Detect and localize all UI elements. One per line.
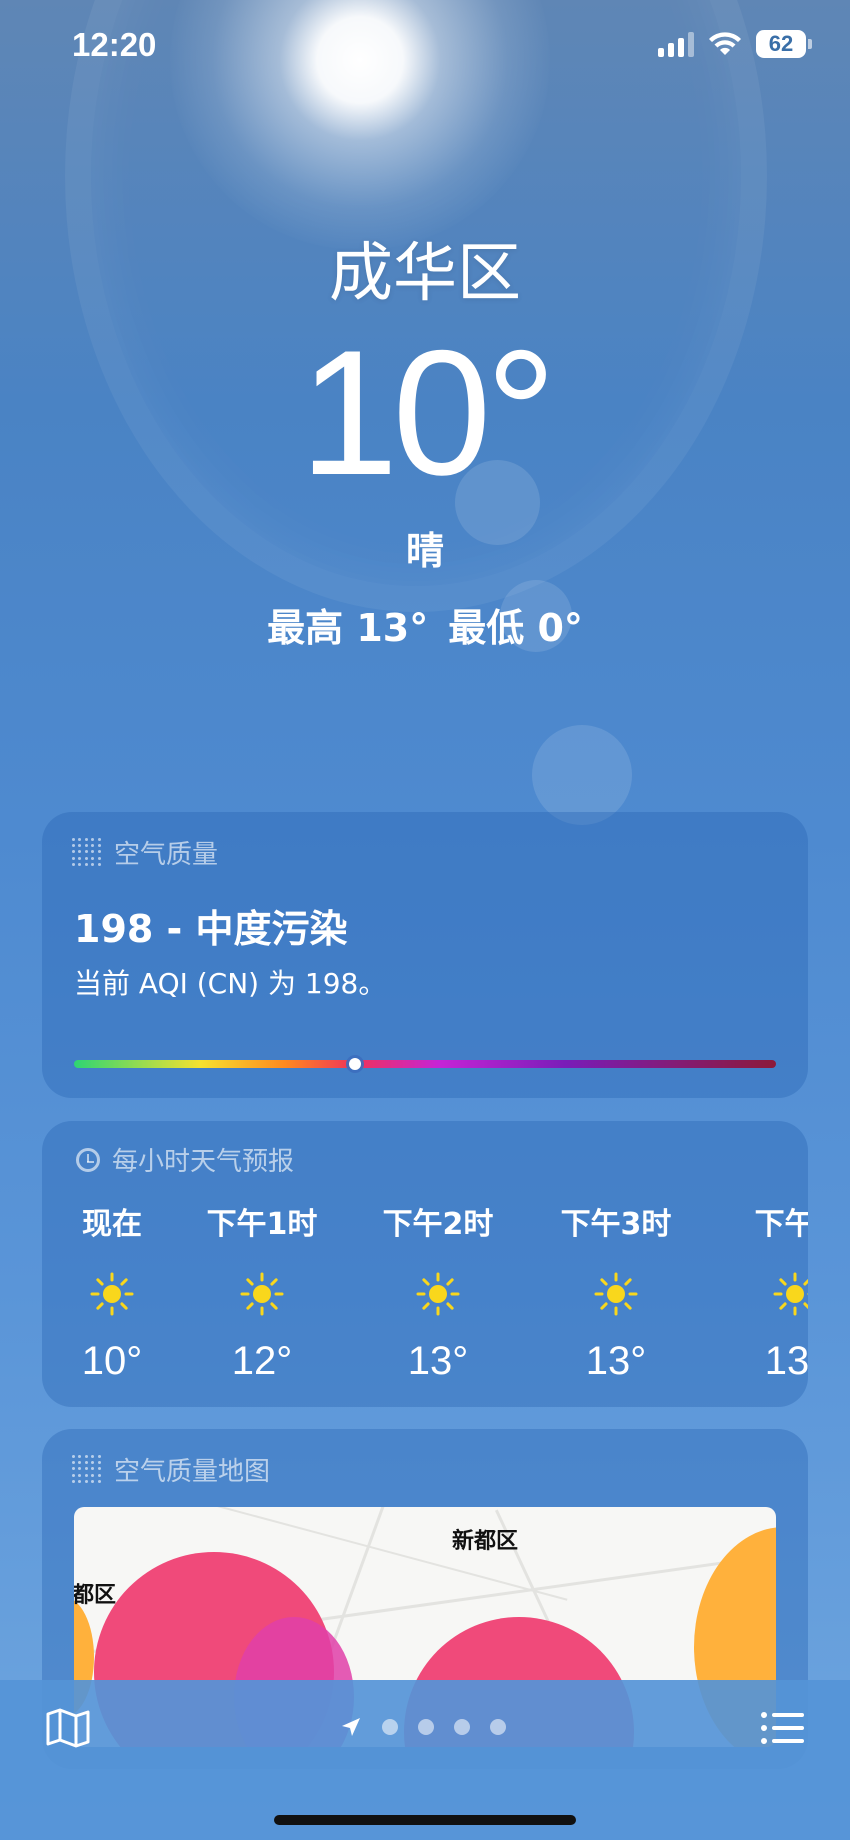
wifi-icon: [709, 32, 741, 55]
hour-item: 下午3时 13°: [546, 1199, 686, 1384]
hourly-forecast-header: 每小时天气预报: [76, 1141, 294, 1178]
aqi-scale-marker: [348, 1058, 361, 1070]
hour-temperature: 13°: [764, 1339, 808, 1383]
current-weather: 成华区 10° 晴 最高 13° 最低 0°: [0, 230, 850, 652]
hour-time: 下午4: [754, 1207, 808, 1242]
air-quality-map-header: 空气质量地图: [72, 1451, 270, 1488]
page-dot[interactable]: [454, 1719, 470, 1735]
hour-temperature: 13°: [585, 1339, 647, 1383]
hourly-forecast-list[interactable]: 现在 10° 下午1时 12° 下午2时 13° 下午3时 13° 下午4 13…: [42, 1199, 808, 1383]
hourly-forecast-card[interactable]: 每小时天气预报 现在 10° 下午1时 12° 下午2时 13° 下午3时 13…: [42, 1121, 808, 1407]
sun-icon: [415, 1271, 461, 1317]
hour-temperature: 10°: [81, 1339, 143, 1383]
air-quality-map-header-label: 空气质量地图: [114, 1457, 271, 1487]
high-temperature: 最高 13°: [267, 606, 429, 650]
air-quality-icon: [72, 1454, 102, 1485]
battery-indicator: 62: [756, 30, 812, 58]
air-quality-icon: [72, 837, 102, 868]
bottom-toolbar: [0, 1680, 850, 1840]
cellular-signal-icon: [658, 31, 694, 57]
air-quality-card[interactable]: 空气质量 198 - 中度污染 当前 AQI (CN) 为 198。: [42, 812, 808, 1098]
lens-flare: [532, 725, 632, 825]
low-temperature: 最低 0°: [448, 606, 583, 650]
hour-time: 现在: [82, 1207, 142, 1242]
high-low-temperature: 最高 13° 最低 0°: [0, 597, 850, 652]
air-quality-header-label: 空气质量: [114, 840, 219, 870]
hour-item: 下午4 13°: [725, 1199, 808, 1384]
hourly-forecast-header-label: 每小时天气预报: [112, 1147, 295, 1177]
weather-condition: 晴: [405, 529, 444, 573]
current-temperature: 10°: [299, 313, 556, 512]
city-name: 成华区: [329, 237, 521, 311]
home-indicator: [274, 1815, 576, 1825]
page-dot[interactable]: [418, 1719, 434, 1735]
aqi-description: 当前 AQI (CN) 为 198。: [74, 967, 387, 1000]
hour-item: 现在 10°: [42, 1199, 182, 1384]
hour-item: 下午2时 13°: [368, 1199, 508, 1384]
map-icon[interactable]: [44, 1704, 92, 1752]
hour-time: 下午3时: [560, 1207, 672, 1242]
status-time: 12:20: [72, 26, 157, 63]
hour-temperature: 12°: [231, 1339, 293, 1383]
status-bar: 12:20 62: [0, 0, 850, 95]
map-label-pidu: 郫都区: [74, 1583, 117, 1608]
map-label-xindu: 新都区: [452, 1529, 519, 1554]
sun-icon: [593, 1271, 639, 1317]
hour-temperature: 13°: [407, 1339, 469, 1383]
sun-icon: [239, 1271, 285, 1317]
hour-time: 下午2时: [382, 1207, 494, 1242]
list-icon[interactable]: [758, 1704, 806, 1752]
hour-item: 下午1时 12°: [192, 1199, 332, 1384]
page-dot[interactable]: [490, 1719, 506, 1735]
sun-icon: [772, 1271, 808, 1317]
air-quality-header: 空气质量: [72, 834, 218, 871]
clock-icon: [76, 1147, 100, 1172]
status-icons: 62: [658, 30, 812, 58]
page-indicator[interactable]: [340, 1716, 506, 1738]
location-arrow-icon: [342, 1718, 360, 1736]
hour-time: 下午1时: [206, 1207, 318, 1242]
aqi-value: 198 - 中度污染: [74, 907, 348, 951]
sun-icon: [89, 1271, 135, 1317]
page-dot[interactable]: [382, 1719, 398, 1735]
aqi-scale-bar: [74, 1060, 776, 1068]
